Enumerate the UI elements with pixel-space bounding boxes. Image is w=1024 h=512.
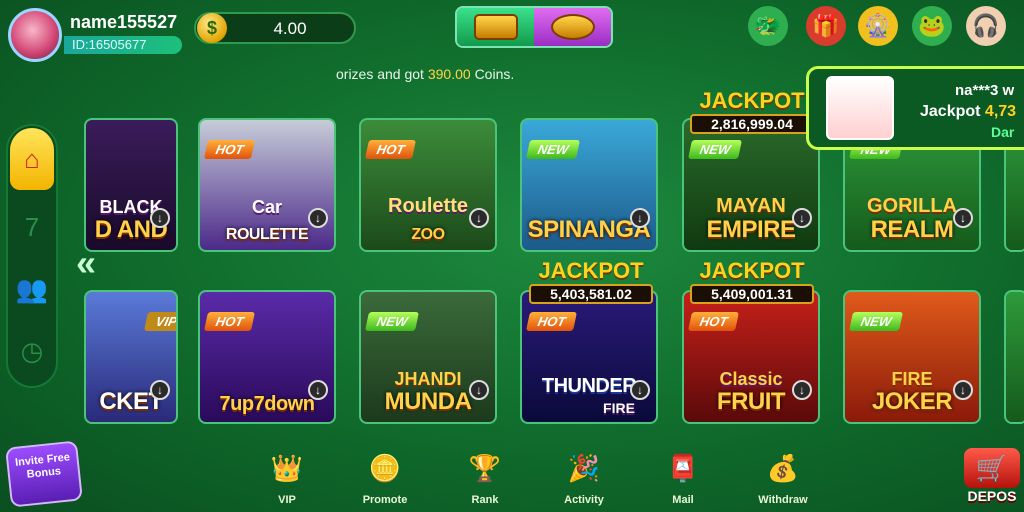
game-title: ROULETTE [225,226,309,243]
game-tile-fire-joker[interactable]: NEW FIRE JOKER ↓ [843,290,981,424]
deposit-label: DEPOS [967,488,1017,504]
cart-icon: 🛒 [964,448,1020,488]
money-bag-icon: 💰 [766,452,800,483]
nav-withdraw[interactable]: 💰 Withdraw [748,448,818,507]
jackpot-value: 2,816,999.04 [690,114,814,134]
party-icon: 🎉 [567,452,601,483]
multiplayer-icon[interactable]: 👥 [10,264,54,314]
jackpot-banner: JACKPOT 5,403,581.02 [523,260,659,304]
new-badge: NEW [525,140,581,159]
deposit-button[interactable]: 🛒 DEPOS [956,448,1024,512]
nav-label: Withdraw [758,494,808,506]
download-icon[interactable]: ↓ [469,208,489,228]
hot-badge: HOT [687,312,740,331]
notification-prefix: Jackpot [920,103,981,120]
category-nav: ⌂ 7 👥 ◷ [6,124,58,388]
nav-label: Promote [362,494,408,506]
lobby-tabs[interactable] [455,6,613,48]
hot-badge: HOT [203,140,256,159]
notification-jackpot: Jackpot 4,73 [920,103,1016,121]
nav-rank[interactable]: 🏆 Rank [450,448,520,507]
ticker-amount: 390.00 [427,66,471,82]
avatar[interactable] [8,8,62,62]
wheel-icon[interactable]: 🎡 [858,6,898,46]
jackpot-banner: JACKPOT 2,816,999.04 [684,90,820,134]
nav-label: Mail [672,494,694,506]
jackpot-label: JACKPOT [699,258,805,283]
game-tile-partial[interactable] [1004,290,1024,424]
hot-badge: HOT [203,312,256,331]
support-icon[interactable]: 🎧 [966,6,1006,46]
invite-bonus-button[interactable]: Invite Free Bonus [5,440,83,508]
download-icon[interactable]: ↓ [469,380,489,400]
download-icon[interactable]: ↓ [953,380,973,400]
new-badge: NEW [687,140,743,159]
nav-mail[interactable]: 📮 Mail [648,448,718,507]
slots-icon[interactable]: 7 [10,202,54,252]
download-icon[interactable]: ↓ [792,380,812,400]
treasure-chest-icon [473,14,518,40]
tab-coins[interactable] [534,8,611,46]
game-tile-rocket[interactable]: VIP CKET ↓ [84,290,178,424]
notification-game: Dar [991,124,1015,140]
mailbox-icon: 📮 [666,452,700,483]
nav-vip[interactable]: 👑 VIP [252,448,322,507]
nav-activity[interactable]: 🎉 Activity [549,448,619,507]
download-icon[interactable]: ↓ [630,208,650,228]
jackpot-label: JACKPOT [699,88,805,113]
coin-pile-icon [550,14,595,40]
notification-game-thumbnail [826,76,894,140]
game-tile-jhandi-munda[interactable]: NEW JHANDI MUNDA ↓ [359,290,497,424]
user-name: name155527 [70,12,178,32]
mascot-icon[interactable]: 🐸 [912,6,952,46]
hot-badge: HOT [364,140,417,159]
balance-value: 4.00 [273,19,307,38]
history-icon[interactable]: ◷ [10,326,54,376]
dragon-icon[interactable]: 🐲 [748,6,788,46]
hot-badge: HOT [525,312,578,331]
ticker-suffix: Coins. [474,66,515,82]
game-tile-roulette-zoo[interactable]: HOT Roulette ZOO ↓ [359,118,497,252]
winner-ticker: orizes and got 390.00 Coins. [336,66,514,82]
jackpot-value: 5,409,001.31 [690,284,814,304]
user-id: ID:16505677 [64,36,182,54]
tab-treasure[interactable] [457,8,534,46]
new-badge: NEW [364,312,420,331]
download-icon[interactable]: ↓ [150,380,170,400]
download-icon[interactable]: ↓ [308,208,328,228]
nav-label: Activity [564,494,604,506]
new-badge: NEW [848,312,904,331]
game-title: ZOO [411,226,445,243]
download-icon[interactable]: ↓ [308,380,328,400]
game-tile-thunder-fire[interactable]: HOT FIRE THUNDER ↓ [520,290,658,424]
nav-label: VIP [278,494,296,506]
home-icon[interactable]: ⌂ [10,128,54,190]
download-icon[interactable]: ↓ [953,208,973,228]
coins-icon: 🪙 [368,452,402,483]
notification-amount: 4,73 [984,103,1017,120]
game-tile-dragon-tiger[interactable]: BLACK D AND ↓ [84,118,178,252]
game-tile-classic-fruit[interactable]: HOT Classic FRUIT ↓ [682,290,820,424]
game-sub: FIRE [603,400,635,416]
gift-icon[interactable]: 🎁 [806,6,846,46]
download-icon[interactable]: ↓ [150,208,170,228]
nav-label: Rank [471,494,499,506]
download-icon[interactable]: ↓ [792,208,812,228]
ticker-prefix: orizes and got [336,66,424,82]
vip-badge: VIP [143,312,176,331]
game-tile-7up7down[interactable]: HOT 7up7down ↓ [198,290,336,424]
notification-user: na***3 w [955,82,1015,99]
game-tile-spinanga[interactable]: NEW SPINANGA ↓ [520,118,658,252]
jackpot-banner: JACKPOT 5,409,001.31 [684,260,820,304]
nav-promote[interactable]: 🪙 Promote [350,448,420,507]
coin-icon: $ [197,13,227,43]
trophy-icon: 🏆 [468,452,502,483]
download-icon[interactable]: ↓ [630,380,650,400]
jackpot-value: 5,403,581.02 [529,284,653,304]
crown-icon: 👑 [270,452,304,483]
jackpot-label: JACKPOT [538,258,644,283]
game-tile-mayan-empire[interactable]: NEW MAYAN EMPIRE ↓ [682,118,820,252]
game-tile-car-roulette[interactable]: HOT Car ROULETTE ↓ [198,118,336,252]
